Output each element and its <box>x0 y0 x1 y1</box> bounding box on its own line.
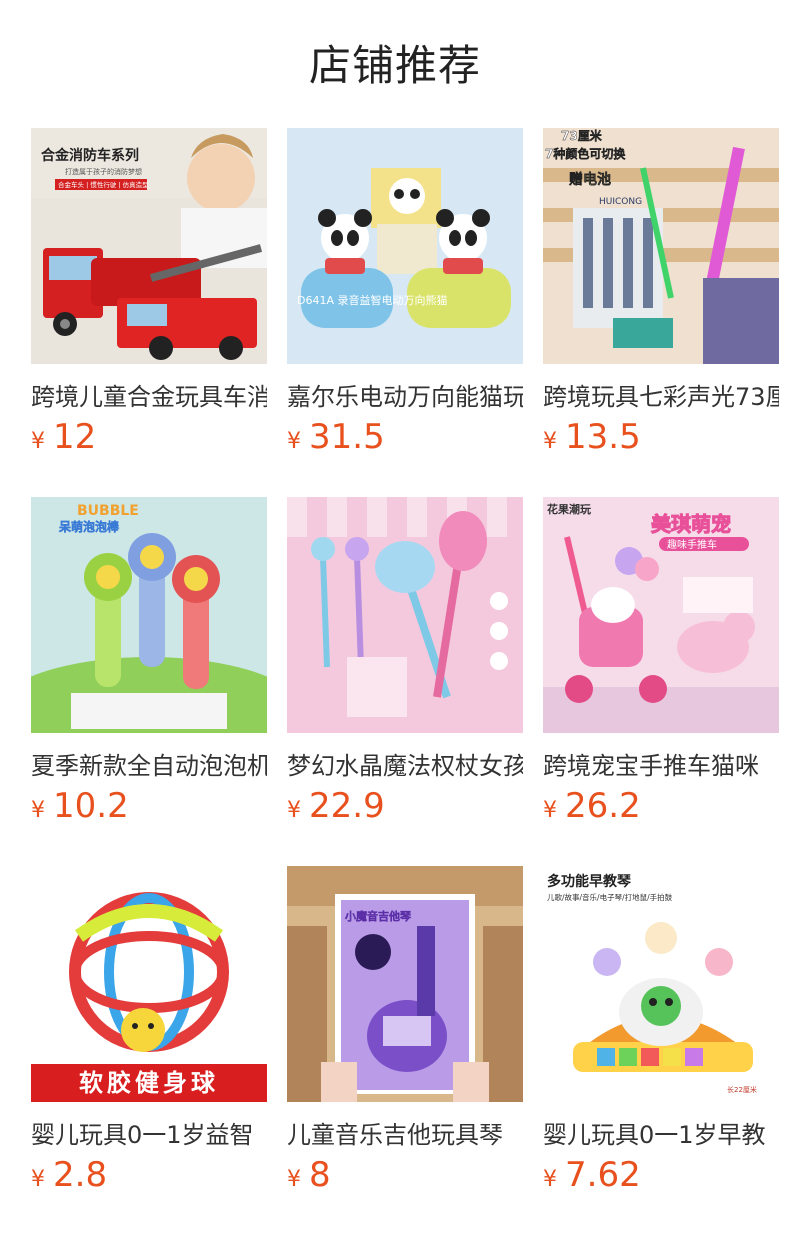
product-card[interactable]: 软胶健身球 婴儿玩具0一1岁益智 ¥2.8 <box>31 866 267 1196</box>
image-caption: BUBBLE <box>77 503 139 519</box>
image-caption: 长22厘米 <box>727 1085 757 1094</box>
bubble-wand-illustration: BUBBLE 呆萌泡泡棒 <box>31 497 267 733</box>
price-value: 31.5 <box>309 417 385 457</box>
price-value: 26.2 <box>565 786 641 826</box>
image-caption: 软胶健身球 <box>79 1069 219 1097</box>
product-card[interactable]: BUBBLE 呆萌泡泡棒 夏季新款全自动泡泡机 ¥10.2 <box>31 497 267 827</box>
product-price: ¥22.9 <box>287 785 523 827</box>
image-caption: D641A 录音益智电动万向熊猫 <box>297 293 448 307</box>
product-image-light-sword[interactable]: 73厘米 7种颜色可切换 赠电池 HUICONG <box>543 128 779 364</box>
baby-piano-illustration: 多功能早教琴 儿歌/故事/音乐/电子琴/打地鼠/手拍鼓 长22厘米 <box>543 866 779 1102</box>
image-caption: 多功能早教琴 <box>547 873 632 890</box>
product-card[interactable]: D641A 录音益智电动万向熊猫 嘉尔乐电动万向能猫玩具 ¥31.5 <box>287 128 523 458</box>
price-value: 12 <box>53 417 97 457</box>
product-name[interactable]: 儿童音乐吉他玩具琴 <box>287 1118 523 1152</box>
product-card[interactable]: 小魔音吉他琴 儿童音乐吉他玩具琴 ¥8 <box>287 866 523 1196</box>
product-image-pet-stroller[interactable]: 花果潮玩 美琪萌宠 趣味手推车 <box>543 497 779 733</box>
product-name[interactable]: 跨境宠宝手推车猫咪 <box>543 749 779 783</box>
image-caption: 7种颜色可切换 <box>545 146 626 161</box>
pet-stroller-illustration: 花果潮玩 美琪萌宠 趣味手推车 <box>543 497 779 733</box>
product-image-baby-piano[interactable]: 多功能早教琴 儿歌/故事/音乐/电子琴/打地鼠/手拍鼓 长22厘米 <box>543 866 779 1102</box>
fire-truck-illustration: 合金消防车系列 打造属于孩子的消防梦想 合金车头 | 惯性行驶 | 仿真造型 <box>31 128 267 364</box>
product-image-toy-guitar[interactable]: 小魔音吉他琴 <box>287 866 523 1102</box>
price-value: 22.9 <box>309 786 385 826</box>
magic-wand-illustration <box>287 497 523 733</box>
currency-symbol: ¥ <box>287 1167 301 1192</box>
panda-toy-illustration: D641A 录音益智电动万向熊猫 <box>287 128 523 364</box>
currency-symbol: ¥ <box>31 798 45 823</box>
product-price: ¥8 <box>287 1154 523 1196</box>
section-title: 店铺推荐 <box>308 41 481 90</box>
currency-symbol: ¥ <box>543 1167 557 1192</box>
price-value: 7.62 <box>565 1155 641 1195</box>
product-name[interactable]: 婴儿玩具0一1岁益智 <box>31 1118 267 1152</box>
image-caption: 美琪萌宠 <box>651 512 731 536</box>
product-image-fitness-ball[interactable]: 软胶健身球 <box>31 866 267 1102</box>
image-caption: 趣味手推车 <box>667 538 717 551</box>
image-caption: 打造属于孩子的消防梦想 <box>65 167 142 176</box>
image-caption: HUICONG <box>599 197 642 207</box>
price-value: 2.8 <box>53 1155 108 1195</box>
toy-guitar-illustration: 小魔音吉他琴 <box>287 866 523 1102</box>
product-image-fire-truck[interactable]: 合金消防车系列 打造属于孩子的消防梦想 合金车头 | 惯性行驶 | 仿真造型 <box>31 128 267 364</box>
product-name[interactable]: 婴儿玩具0一1岁早教 <box>543 1118 779 1152</box>
recommend-page: 店铺推荐 合金消防车系列 打造属于孩子的消防梦想 合金车头 | 惯性行驶 | 仿… <box>0 0 790 1236</box>
product-price: ¥26.2 <box>543 785 779 827</box>
product-price: ¥12 <box>31 416 267 458</box>
product-name[interactable]: 跨境玩具七彩声光73厘米 <box>543 380 779 414</box>
image-caption: 小魔音吉他琴 <box>344 909 411 923</box>
product-card[interactable]: 73厘米 7种颜色可切换 赠电池 HUICONG 跨境玩具七彩声光73厘米 ¥1… <box>543 128 779 458</box>
price-value: 10.2 <box>53 786 129 826</box>
currency-symbol: ¥ <box>543 429 557 454</box>
price-value: 13.5 <box>565 417 641 457</box>
product-price: ¥13.5 <box>543 416 779 458</box>
product-name[interactable]: 跨境儿童合金玩具车消防车 <box>31 380 267 414</box>
image-caption: 呆萌泡泡棒 <box>58 519 120 534</box>
image-caption: 合金车头 | 惯性行驶 | 仿真造型 <box>58 180 149 189</box>
product-name[interactable]: 嘉尔乐电动万向能猫玩具 <box>287 380 523 414</box>
currency-symbol: ¥ <box>543 798 557 823</box>
price-value: 8 <box>309 1155 331 1195</box>
product-card[interactable]: 花果潮玩 美琪萌宠 趣味手推车 跨境宠宝手推车猫咪 ¥ 26.2 <box>543 497 779 827</box>
product-image-panda-car[interactable]: D641A 录音益智电动万向熊猫 <box>287 128 523 364</box>
product-price: ¥31.5 <box>287 416 523 458</box>
image-caption: 73厘米 <box>561 128 603 143</box>
product-name[interactable]: 夏季新款全自动泡泡机 <box>31 749 267 783</box>
product-card[interactable]: 多功能早教琴 儿歌/故事/音乐/电子琴/打地鼠/手拍鼓 长22厘米 婴儿玩具0一… <box>543 866 779 1196</box>
product-card[interactable]: 合金消防车系列 打造属于孩子的消防梦想 合金车头 | 惯性行驶 | 仿真造型 跨… <box>31 128 267 458</box>
light-sword-illustration: 73厘米 7种颜色可切换 赠电池 HUICONG <box>543 128 779 364</box>
image-caption: 儿歌/故事/音乐/电子琴/打地鼠/手拍鼓 <box>547 892 673 902</box>
product-image-bubble-machine[interactable]: BUBBLE 呆萌泡泡棒 <box>31 497 267 733</box>
currency-symbol: ¥ <box>287 429 301 454</box>
image-caption: 赠电池 <box>569 171 611 188</box>
product-price: ¥10.2 <box>31 785 267 827</box>
product-name[interactable]: 梦幻水晶魔法权杖女孩 <box>287 749 523 783</box>
currency-symbol: ¥ <box>31 1167 45 1192</box>
product-price: ¥7.62 <box>543 1154 779 1196</box>
product-price: ¥2.8 <box>31 1154 267 1196</box>
image-caption: 合金消防车系列 <box>41 147 139 164</box>
currency-symbol: ¥ <box>31 429 45 454</box>
fitness-ball-illustration: 软胶健身球 <box>31 866 267 1102</box>
product-image-magic-wand[interactable] <box>287 497 523 733</box>
image-caption: 花果潮玩 <box>547 502 591 516</box>
product-card[interactable]: 梦幻水晶魔法权杖女孩 ¥22.9 <box>287 497 523 827</box>
currency-symbol: ¥ <box>287 798 301 823</box>
